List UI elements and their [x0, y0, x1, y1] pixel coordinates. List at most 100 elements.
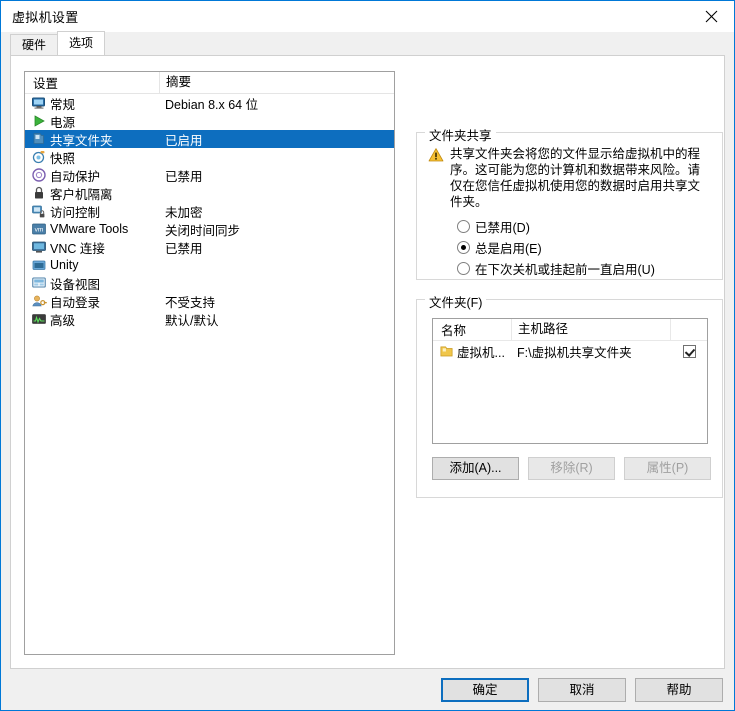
vm-settings-window: 虚拟机设置 硬件 选项 设置 摘要 常规 Debian 8.x 64 位 电源 … [0, 0, 735, 711]
warning-triangle-icon [428, 148, 444, 162]
list-item-label: 自动登录 [50, 295, 101, 310]
help-button[interactable]: 帮助 [635, 677, 723, 702]
radio-until-shutdown[interactable]: 在下次关机或挂起前一直启用(U) [457, 258, 655, 279]
list-item-label: 常规 [50, 97, 76, 112]
title-bar: 虚拟机设置 [1, 1, 734, 32]
table-row[interactable]: 虚拟机... F:\虚拟机共享文件夹 [433, 341, 707, 361]
remove-folder-button: 移除(R) [528, 457, 615, 480]
list-item-label-wrap: VNC 连接 [25, 238, 159, 257]
vnc-icon [32, 241, 46, 253]
folder-name-cell: 虚拟机... [433, 342, 511, 361]
list-item-summary: 默认/默认 [165, 313, 219, 328]
settings-list-header: 设置 摘要 [25, 72, 394, 94]
list-item-access-control[interactable]: 访问控制 未加密 [25, 202, 394, 220]
radio-label: 已禁用(D) [475, 221, 530, 235]
list-item-label: 高级 [50, 313, 76, 328]
list-item-label-wrap: 自动保护 [25, 166, 159, 185]
list-item-label-wrap: 快照 [25, 148, 159, 167]
list-item-label-wrap: 高级 [25, 310, 159, 329]
list-item-label: 访问控制 [50, 205, 101, 220]
advanced-icon [32, 314, 46, 324]
list-item-power[interactable]: 电源 [25, 112, 394, 130]
folder-enabled-cell[interactable] [671, 344, 707, 358]
list-item-general[interactable]: 常规 Debian 8.x 64 位 [25, 94, 394, 112]
list-item-summary: 已禁用 [165, 241, 203, 256]
list-item-auto-login[interactable]: 自动登录 不受支持 [25, 292, 394, 310]
list-item-label: VNC 连接 [50, 241, 105, 256]
list-item-label-wrap: vm VMware Tools [25, 221, 159, 237]
list-item-summary: 不受支持 [165, 295, 216, 310]
folders-table[interactable]: 名称 主机路径 虚拟机... F:\虚拟机共享文件夹 [432, 318, 708, 444]
access-control-icon [32, 205, 45, 218]
radio-label: 在下次关机或挂起前一直启用(U) [475, 263, 655, 277]
lock-icon [35, 186, 43, 199]
list-item-label: 快照 [50, 151, 76, 166]
list-item-label: 设备视图 [50, 277, 101, 292]
tab-strip: 硬件 选项 [10, 31, 734, 55]
settings-list-rows: 常规 Debian 8.x 64 位 电源 共享文件夹 已启用 快照 自动保护 … [25, 94, 394, 328]
folders-group-title: 文件夹(F) [425, 292, 487, 311]
folder-icon [440, 345, 453, 356]
vmware-tools-icon: vm [32, 223, 46, 235]
folder-action-buttons: 添加(A)... 移除(R) 属性(P) [432, 457, 711, 480]
column-header-name: 名称 [441, 324, 467, 338]
folder-enabled-checkbox[interactable] [682, 344, 696, 358]
close-icon[interactable] [689, 1, 734, 31]
add-folder-button[interactable]: 添加(A)... [432, 457, 519, 480]
list-item-label: 电源 [50, 115, 76, 130]
radio-always-enabled[interactable]: 总是启用(E) [457, 237, 655, 258]
folders-group: 文件夹(F) 名称 主机路径 虚拟机... F:\虚拟机共享文件夹 添加(A).… [416, 292, 723, 498]
folder-host-path-cell: F:\虚拟机共享文件夹 [517, 345, 632, 360]
radio-label: 总是启用(E) [475, 242, 542, 256]
sharing-radio-group: 已禁用(D) 总是启用(E) 在下次关机或挂起前一直启用(U) [457, 216, 655, 279]
list-item-label: 自动保护 [50, 169, 101, 184]
unity-icon [32, 260, 46, 270]
radio-indicator [457, 262, 470, 275]
list-item-label: 客户机隔离 [50, 187, 113, 202]
list-item-label-wrap: Unity [25, 257, 159, 273]
list-item-label-wrap: 电源 [25, 112, 159, 131]
list-item-label-wrap: 常规 [25, 94, 159, 113]
device-view-icon [32, 277, 46, 288]
radio-indicator [457, 220, 470, 233]
window-title: 虚拟机设置 [12, 10, 79, 25]
sharing-warning: 共享文件夹会将您的文件显示给虚拟机中的程序。这可能为您的计算机和数据带来风险。请… [428, 146, 712, 210]
folder-properties-button: 属性(P) [624, 457, 711, 480]
list-item-autoprotect[interactable]: 自动保护 已禁用 [25, 166, 394, 184]
list-item-device-view[interactable]: 设备视图 [25, 274, 394, 292]
radio-disabled[interactable]: 已禁用(D) [457, 216, 655, 237]
list-item-label-wrap: 客户机隔离 [25, 184, 159, 203]
tab-hardware[interactable]: 硬件 [10, 34, 59, 55]
column-header-host-path: 主机路径 [511, 319, 670, 340]
camera-icon [32, 151, 45, 164]
options-tab-page: 设置 摘要 常规 Debian 8.x 64 位 电源 共享文件夹 已启用 快照… [10, 55, 725, 669]
settings-list[interactable]: 设置 摘要 常规 Debian 8.x 64 位 电源 共享文件夹 已启用 快照… [24, 71, 395, 655]
folders-table-header: 名称 主机路径 [433, 319, 707, 341]
folder-name-text: 虚拟机... [457, 345, 505, 360]
radio-indicator [457, 241, 470, 254]
column-header-summary: 摘要 [159, 72, 394, 93]
list-item-label-wrap: 自动登录 [25, 292, 159, 311]
list-item-summary: 关闭时间同步 [165, 223, 241, 238]
list-item-summary: 已禁用 [165, 169, 203, 184]
folder-sharing-group-title: 文件夹共享 [425, 125, 496, 144]
dialog-button-bar: 确定 取消 帮助 [1, 669, 734, 710]
list-item-advanced[interactable]: 高级 默认/默认 [25, 310, 394, 328]
list-item-summary: 未加密 [165, 205, 203, 220]
list-item-vmware-tools[interactable]: vm VMware Tools 关闭时间同步 [25, 220, 394, 238]
list-item-vnc[interactable]: VNC 连接 已禁用 [25, 238, 394, 256]
auto-login-icon [32, 295, 47, 307]
list-item-snapshot[interactable]: 快照 [25, 148, 394, 166]
folder-sharing-group: 文件夹共享 共享文件夹会将您的文件显示给虚拟机中的程序。这可能为您的计算机和数据… [416, 125, 723, 280]
list-item-label-wrap: 设备视图 [25, 274, 159, 293]
list-item-label-wrap: 访问控制 [25, 202, 159, 221]
tab-options[interactable]: 选项 [57, 31, 106, 55]
column-header-enabled [670, 319, 707, 340]
cancel-button[interactable]: 取消 [538, 677, 626, 702]
column-header-setting: 设置 [33, 77, 59, 91]
list-item-guest-isolation[interactable]: 客户机隔离 [25, 184, 394, 202]
ok-button[interactable]: 确定 [441, 677, 529, 702]
list-item-unity[interactable]: Unity [25, 256, 394, 274]
list-item-shared-folders[interactable]: 共享文件夹 已启用 [25, 130, 394, 148]
monitor-icon [32, 97, 45, 109]
